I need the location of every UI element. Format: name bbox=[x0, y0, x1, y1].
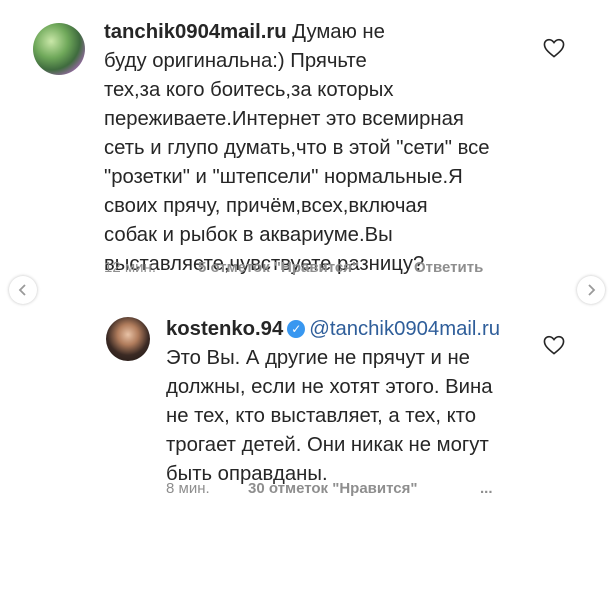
comment-meta: 12 мин. 5 отметок "Нравится" Ответить bbox=[104, 259, 483, 276]
comment-text: Думаю не буду оригинальна:) Прячьте тех,… bbox=[104, 21, 490, 275]
verified-icon: ✓ bbox=[287, 320, 306, 338]
previous-arrow-button[interactable] bbox=[9, 276, 37, 304]
comment-username[interactable]: tanchik0904mail.ru bbox=[104, 21, 287, 43]
comment-body: kostenko.94 ✓ @tanchik0904mail.ru Это Вы. … bbox=[166, 315, 526, 489]
reply-button[interactable]: Ответить bbox=[414, 259, 483, 276]
comment-body: tanchik0904mail.ru Думаю не буду оригина… bbox=[104, 18, 524, 279]
comment-username[interactable]: kostenko.94 bbox=[166, 318, 283, 340]
heart-icon[interactable] bbox=[543, 335, 565, 355]
comment-time[interactable]: 8 мин. bbox=[166, 480, 248, 497]
comment-text: Это Вы. А другие не прячут и не должны, … bbox=[166, 347, 493, 485]
more-options-button[interactable]: ... bbox=[480, 480, 493, 497]
comment-meta: 8 мин. 30 отметок "Нравится" ... bbox=[166, 480, 493, 497]
chevron-right-icon bbox=[588, 284, 596, 296]
mention-link[interactable]: @tanchik0904mail.ru bbox=[309, 318, 500, 340]
chevron-left-icon bbox=[18, 284, 26, 296]
next-arrow-button[interactable] bbox=[577, 276, 605, 304]
comment-time[interactable]: 12 мин. bbox=[104, 259, 198, 276]
user-avatar[interactable] bbox=[33, 23, 85, 75]
comment-likes[interactable]: 5 отметок "Нравится" bbox=[198, 259, 414, 276]
comment-likes[interactable]: 30 отметок "Нравится" bbox=[248, 480, 480, 497]
user-avatar[interactable] bbox=[106, 317, 150, 361]
heart-icon[interactable] bbox=[543, 38, 565, 58]
